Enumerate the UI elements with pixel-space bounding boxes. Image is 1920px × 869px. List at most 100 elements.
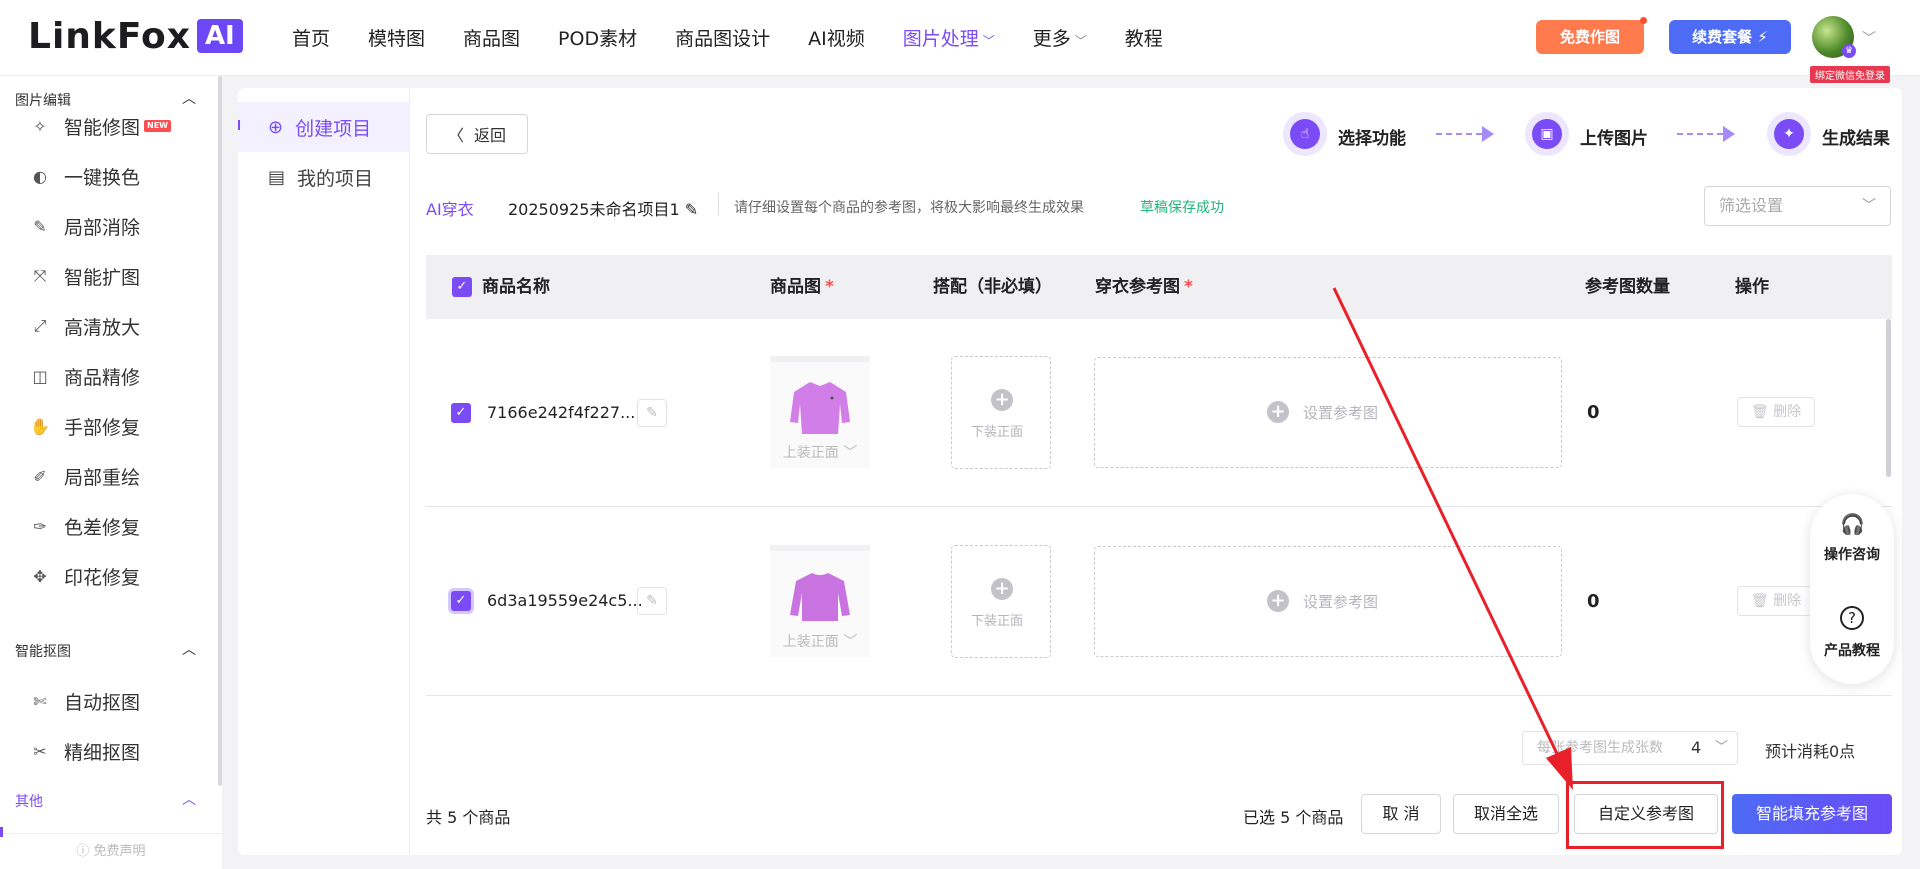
question-icon[interactable]: ? [1840,606,1864,630]
notification-dot [1640,17,1647,24]
tutorial-button[interactable]: 产品教程 [1810,640,1894,660]
logo-badge: AI [196,19,243,53]
nav-product-design[interactable]: 商品图设计 [675,24,770,54]
renew-plan-button[interactable]: 续费套餐 ⚡ [1669,20,1791,54]
sidebar-item-auto-cutout[interactable]: ✄ 自动抠图 [28,688,140,714]
plus-circle-icon: ⊕ [268,116,284,138]
table-scrollbar[interactable] [1886,319,1891,477]
edit-name-button[interactable]: ✎ [637,587,667,615]
pencil-icon: ✎ [646,593,658,609]
chevron-down-icon: ﹀ [1715,740,1729,755]
document-list-icon: ▤ [268,166,286,188]
create-project-item[interactable]: ⊕ 创建项目 [238,102,410,152]
chevron-down-icon: ﹀ [843,634,858,650]
sidebar-section-other[interactable]: 其他 [15,791,43,811]
deselect-all-button[interactable]: 取消全选 [1453,794,1559,834]
headset-icon[interactable]: 🎧 [1840,512,1865,536]
plus-icon: + [991,578,1013,600]
step-arrow [1436,133,1482,135]
chevron-up-icon[interactable]: ︿ [182,88,196,108]
sidebar-section-cutout[interactable]: 智能抠图 [15,641,71,661]
chevron-up-icon[interactable]: ︿ [182,639,196,659]
free-create-button[interactable]: 免费作图 [1536,17,1647,54]
nav-home[interactable]: 首页 [292,24,330,54]
sidebar-item-erase[interactable]: ✎ 局部消除 [28,213,140,239]
chevron-up-icon[interactable]: ︿ [182,789,196,809]
select-all-checkbox[interactable]: ✓ [452,277,472,297]
reference-upload-box[interactable]: + 设置参考图 [1094,357,1562,468]
back-label: 返回 [474,126,507,145]
consult-button[interactable]: 操作咨询 [1810,544,1894,564]
match-upload-box[interactable]: + 下装正面 [951,356,1051,469]
create-project-label: 创建项目 [295,117,372,140]
step-arrow [1677,133,1723,135]
reference-label: 设置参考图 [1303,404,1379,422]
nav-product-image[interactable]: 商品图 [463,24,520,54]
thumbnail-label[interactable]: 上装正面 ﹀ [770,631,870,651]
col-actions: 操作 [1735,277,1769,297]
edit-name-button[interactable]: ✎ [637,399,667,427]
match-label: 下装正面 [971,425,1024,440]
wechat-bind-tag[interactable]: 绑定微信免登录 [1810,66,1890,83]
product-thumbnail[interactable]: 上装正面 ﹀ [770,356,870,468]
sidebar-item-fine-cutout[interactable]: ✂ 精细抠图 [28,738,140,764]
sidebar-item-recolor[interactable]: ◐ 一键换色 [28,163,140,189]
reference-label: 设置参考图 [1303,593,1379,611]
sidebar-item-color-fix[interactable]: ✑ 色差修复 [28,513,140,539]
nav-model[interactable]: 模特图 [368,24,425,54]
product-thumbnail[interactable]: 上装正面 ﹀ [770,545,870,657]
arrow-right-icon [1723,126,1735,142]
auto-cutout-icon: ✄ [33,691,47,711]
nav-tutorial[interactable]: 教程 [1125,24,1163,54]
delete-button[interactable]: 🗑 删除 [1737,586,1815,616]
sidebar-item-hand-fix[interactable]: ✋ 手部修复 [28,413,140,439]
project-active-indicator [238,120,240,130]
reference-upload-box[interactable]: + 设置参考图 [1094,546,1562,657]
nav-image-processing[interactable]: 图片处理 ﹀ [903,24,995,54]
delete-label: 删除 [1773,404,1802,420]
cancel-button[interactable]: 取 消 [1361,794,1441,834]
back-button[interactable]: 〈返回 [426,114,528,154]
upload-image-icon: ▣ [1532,119,1562,149]
step-1-label: 选择功能 [1338,129,1406,149]
required-mark: * [1184,277,1193,297]
nav-pod[interactable]: POD素材 [558,24,637,54]
sidebar-section-image-edit[interactable]: 图片编辑 [15,90,71,110]
free-disclaimer-link[interactable]: ⓘ 免费声明 [0,833,222,869]
sidebar-item-label: 一键换色 [64,166,141,189]
chevron-left-icon: 〈 [447,126,464,145]
sidebar-scrollbar[interactable] [218,76,222,786]
sidebar-item-label: 智能扩图 [64,266,141,289]
ref-count: 0 [1587,402,1600,423]
sidebar-item-smart-retouch[interactable]: ✧ 智能修图 NEW [28,113,171,139]
sidebar-item-print-fix[interactable]: ✥ 印花修复 [28,563,140,589]
project-name[interactable]: 20250925未命名项目1 ✎ [508,196,698,219]
nav-ai-video[interactable]: AI视频 [808,24,865,54]
smart-fill-reference-button[interactable]: 智能填充参考图 [1732,794,1892,834]
step-1: ☝ [1283,112,1327,156]
chevron-down-icon[interactable]: ﹀ [1862,28,1876,48]
logo[interactable]: LinkFox AI [28,16,243,57]
tool-name[interactable]: AI穿衣 [426,196,474,219]
thumbnail-label-text: 上装正面 [782,445,839,461]
images-per-ref-select[interactable]: 每张参考图生成张数 4 ﹀ [1522,731,1738,765]
delete-button[interactable]: 🗑 删除 [1737,397,1815,427]
help-widget: 🎧 操作咨询 ? 产品教程 [1810,494,1894,684]
sidebar-item-redraw[interactable]: ✐ 局部重绘 [28,463,140,489]
top-navbar: LinkFox AI 首页 模特图 商品图 POD素材 商品图设计 AI视频 图… [0,0,1920,83]
sidebar-item-upscale[interactable]: ⤢ 高清放大 [28,313,140,339]
nav-more[interactable]: 更多 ﹀ [1033,24,1087,54]
my-projects-item[interactable]: ▤ 我的项目 [238,152,410,202]
match-upload-box[interactable]: + 下装正面 [951,545,1051,658]
sidebar-active-indicator [0,827,3,837]
thumbnail-label[interactable]: 上装正面 ﹀ [770,442,870,462]
sidebar-item-product-retouch[interactable]: ◫ 商品精修 [28,363,140,389]
row-checkbox[interactable]: ✓ [451,403,471,423]
sidebar-item-label: 自动抠图 [64,691,141,714]
chevron-down-icon: ﹀ [1074,34,1087,48]
row-checkbox[interactable]: ✓ [451,591,471,611]
filter-select[interactable]: 筛选设置 ﹀ [1704,186,1891,226]
pencil-icon: ✎ [646,405,658,421]
pencil-icon[interactable]: ✎ [685,200,698,219]
sidebar-item-expand[interactable]: ⤧ 智能扩图 [28,263,140,289]
